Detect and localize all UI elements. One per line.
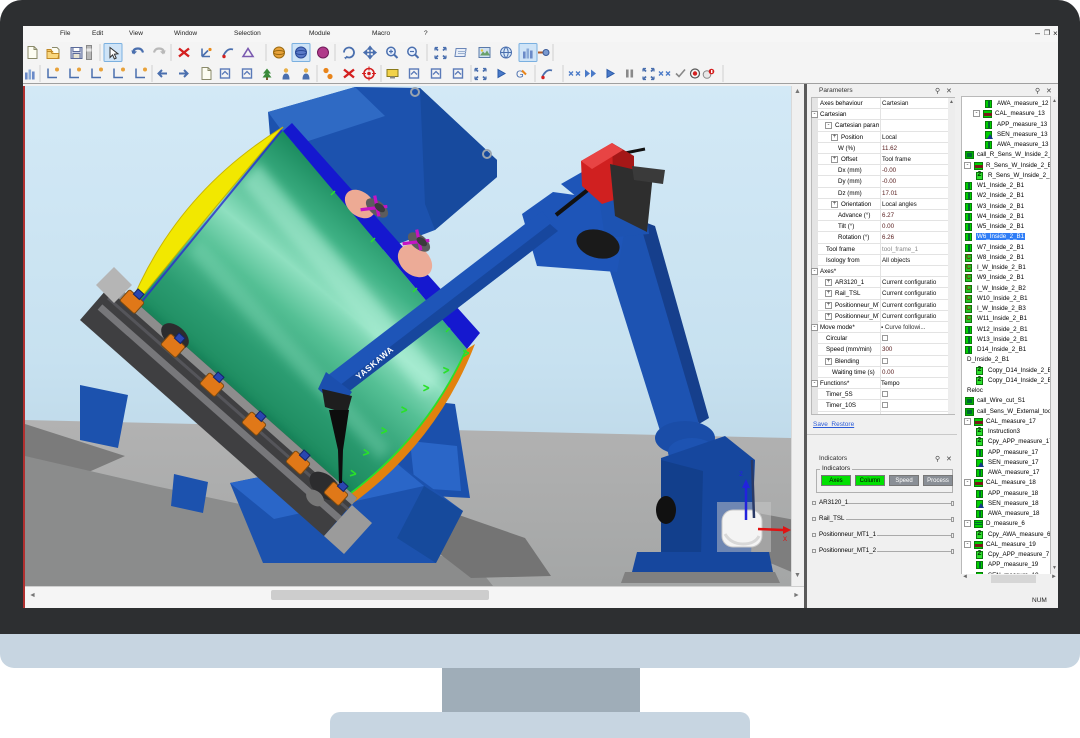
svg-text:x: x [783,534,787,543]
svg-text:z: z [739,469,743,478]
